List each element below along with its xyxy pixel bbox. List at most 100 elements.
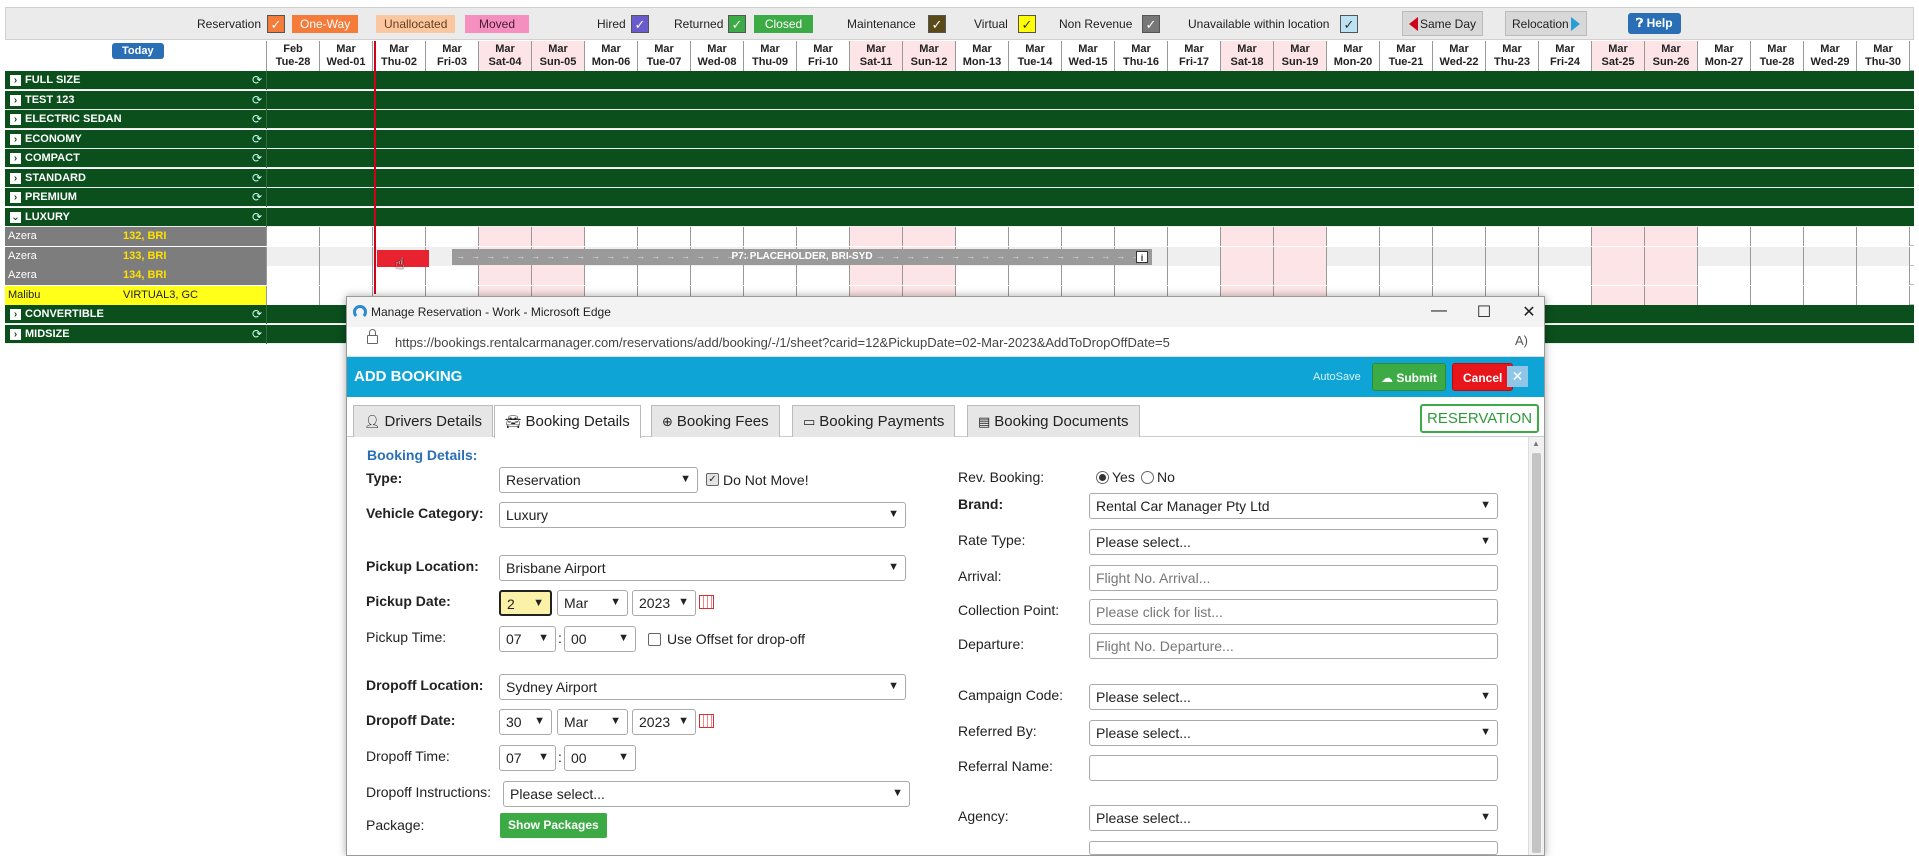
chevron-right-icon[interactable]: › <box>10 172 21 184</box>
day-cell[interactable] <box>1009 266 1062 285</box>
day-cell[interactable] <box>1327 266 1380 285</box>
day-cell[interactable] <box>691 227 744 246</box>
day-cell[interactable] <box>691 266 744 285</box>
day-cell[interactable] <box>1380 227 1433 246</box>
day-cell[interactable] <box>1433 227 1486 246</box>
referral-name-field[interactable] <box>1089 755 1498 781</box>
day-cell[interactable] <box>1433 246 1486 266</box>
day-cell[interactable] <box>479 266 532 285</box>
reservation-status-button[interactable]: RESERVATION <box>1420 404 1540 433</box>
day-cell[interactable] <box>1698 227 1751 246</box>
legend-virtual-checkbox[interactable]: ✓ <box>1018 15 1036 33</box>
rev-booking-yes-radio[interactable] <box>1096 471 1109 484</box>
type-select[interactable]: Reservation ▼ <box>499 467 698 493</box>
day-cell[interactable] <box>956 266 1009 285</box>
collection-point-field[interactable]: Please click for list... <box>1089 599 1498 625</box>
day-cell[interactable] <box>1168 227 1221 246</box>
window-close-icon[interactable]: ✕ <box>1514 302 1544 322</box>
chevron-right-icon[interactable]: › <box>10 133 21 145</box>
category-row[interactable]: › ELECTRIC SEDAN ⟳ <box>5 110 1914 129</box>
day-cell[interactable] <box>638 227 691 246</box>
day-cell[interactable] <box>1062 227 1115 246</box>
day-cell[interactable] <box>956 227 1009 246</box>
cancel-button[interactable]: Cancel <box>1452 363 1514 391</box>
day-cell[interactable] <box>1539 246 1592 266</box>
day-cell[interactable] <box>1486 227 1539 246</box>
dropoff-year-select[interactable]: 2023 ▼ <box>632 709 696 735</box>
arrival-field[interactable]: Flight No. Arrival... <box>1089 565 1498 591</box>
day-cell[interactable] <box>267 246 320 266</box>
pickup-day-select[interactable]: 2 ▼ <box>499 590 552 616</box>
day-cell[interactable] <box>1486 266 1539 285</box>
chevron-right-icon[interactable]: › <box>10 328 21 340</box>
do-not-move-checkbox[interactable]: ✓ <box>706 473 719 486</box>
day-cell[interactable] <box>1274 227 1327 246</box>
booking-bar[interactable]: →→→→→→→→→→→→→→→→→→→→→→→→→→→→→→→→→→→→→→→→… <box>452 249 1152 265</box>
day-cell[interactable] <box>1751 227 1804 246</box>
day-cell[interactable] <box>744 266 797 285</box>
day-cell[interactable] <box>1751 246 1804 266</box>
dropoff-instructions-select[interactable]: Please select... ▼ <box>503 781 910 807</box>
legend-reservation-checkbox[interactable]: ✓ <box>267 15 285 33</box>
day-cell[interactable] <box>1486 246 1539 266</box>
pickup-hour-select[interactable]: 07 ▼ <box>499 626 556 652</box>
day-cell[interactable] <box>426 227 479 246</box>
day-cell[interactable] <box>532 266 585 285</box>
relocation-button[interactable]: Relocation <box>1505 11 1587 36</box>
vehicle-category-select[interactable]: Luxury ▼ <box>499 502 906 528</box>
day-cell[interactable] <box>1857 266 1910 285</box>
day-cell[interactable] <box>585 227 638 246</box>
day-cell[interactable] <box>1592 266 1645 285</box>
day-cell[interactable] <box>1751 285 1804 305</box>
day-cell[interactable] <box>1168 266 1221 285</box>
refresh-icon[interactable]: ⟳ <box>252 93 262 107</box>
day-cell[interactable] <box>1062 266 1115 285</box>
address-bar[interactable]: https://bookings.rentalcarmanager.com/re… <box>347 327 1544 357</box>
day-cell[interactable] <box>1698 246 1751 266</box>
tab-booking-documents[interactable]: ▤ Booking Documents <box>967 405 1140 437</box>
show-packages-button[interactable]: Show Packages <box>500 813 607 838</box>
departure-field[interactable]: Flight No. Departure... <box>1089 633 1498 659</box>
day-cell[interactable] <box>1221 266 1274 285</box>
day-cell[interactable] <box>638 266 691 285</box>
calendar-icon[interactable] <box>699 714 714 728</box>
day-cell[interactable] <box>267 285 320 305</box>
day-cell[interactable] <box>1592 227 1645 246</box>
chevron-right-icon[interactable]: › <box>10 192 21 203</box>
legend-hired-checkbox[interactable]: ✓ <box>631 15 649 33</box>
legend-unavailable-checkbox[interactable]: ✓ <box>1340 15 1358 33</box>
day-cell[interactable] <box>320 227 373 246</box>
day-cell[interactable] <box>426 266 479 285</box>
refresh-icon[interactable]: ⟳ <box>252 112 262 126</box>
day-cell[interactable] <box>1274 246 1327 266</box>
category-row[interactable]: › STANDARD ⟳ <box>5 168 1914 188</box>
day-cell[interactable] <box>1327 246 1380 266</box>
day-cell[interactable] <box>1698 266 1751 285</box>
day-cell[interactable] <box>744 227 797 246</box>
day-cell[interactable] <box>1221 227 1274 246</box>
day-cell[interactable] <box>1645 266 1698 285</box>
scroll-up-icon[interactable]: ▲ <box>1532 439 1540 448</box>
vehicle-row[interactable]: Azera 134, BRI <box>5 266 1914 285</box>
day-cell[interactable] <box>1804 246 1857 266</box>
referred-by-select[interactable]: Please select... ▼ <box>1089 720 1498 746</box>
category-row[interactable]: › TEST 123 ⟳ <box>5 90 1914 110</box>
day-cell[interactable] <box>1115 266 1168 285</box>
form-scrollbar[interactable]: ▲ <box>1528 437 1544 855</box>
refresh-icon[interactable]: ⟳ <box>252 210 262 224</box>
refresh-icon[interactable]: ⟳ <box>252 307 262 321</box>
day-cell[interactable] <box>1592 246 1645 266</box>
day-cell[interactable] <box>850 227 903 246</box>
day-cell[interactable] <box>1539 285 1592 305</box>
calendar-icon[interactable] <box>699 595 714 609</box>
pickup-location-select[interactable]: Brisbane Airport ▼ <box>499 555 906 581</box>
read-aloud-icon[interactable]: A) <box>1515 333 1528 348</box>
dropoff-hour-select[interactable]: 07 ▼ <box>499 745 556 771</box>
category-row[interactable]: › PREMIUM ⟳ <box>5 188 1914 207</box>
pickup-month-select[interactable]: Mar ▼ <box>557 590 628 616</box>
day-cell[interactable] <box>1380 266 1433 285</box>
day-cell[interactable] <box>797 227 850 246</box>
refresh-icon[interactable]: ⟳ <box>252 151 262 165</box>
refresh-icon[interactable]: ⟳ <box>252 132 262 146</box>
refresh-icon[interactable]: ⟳ <box>252 190 262 204</box>
